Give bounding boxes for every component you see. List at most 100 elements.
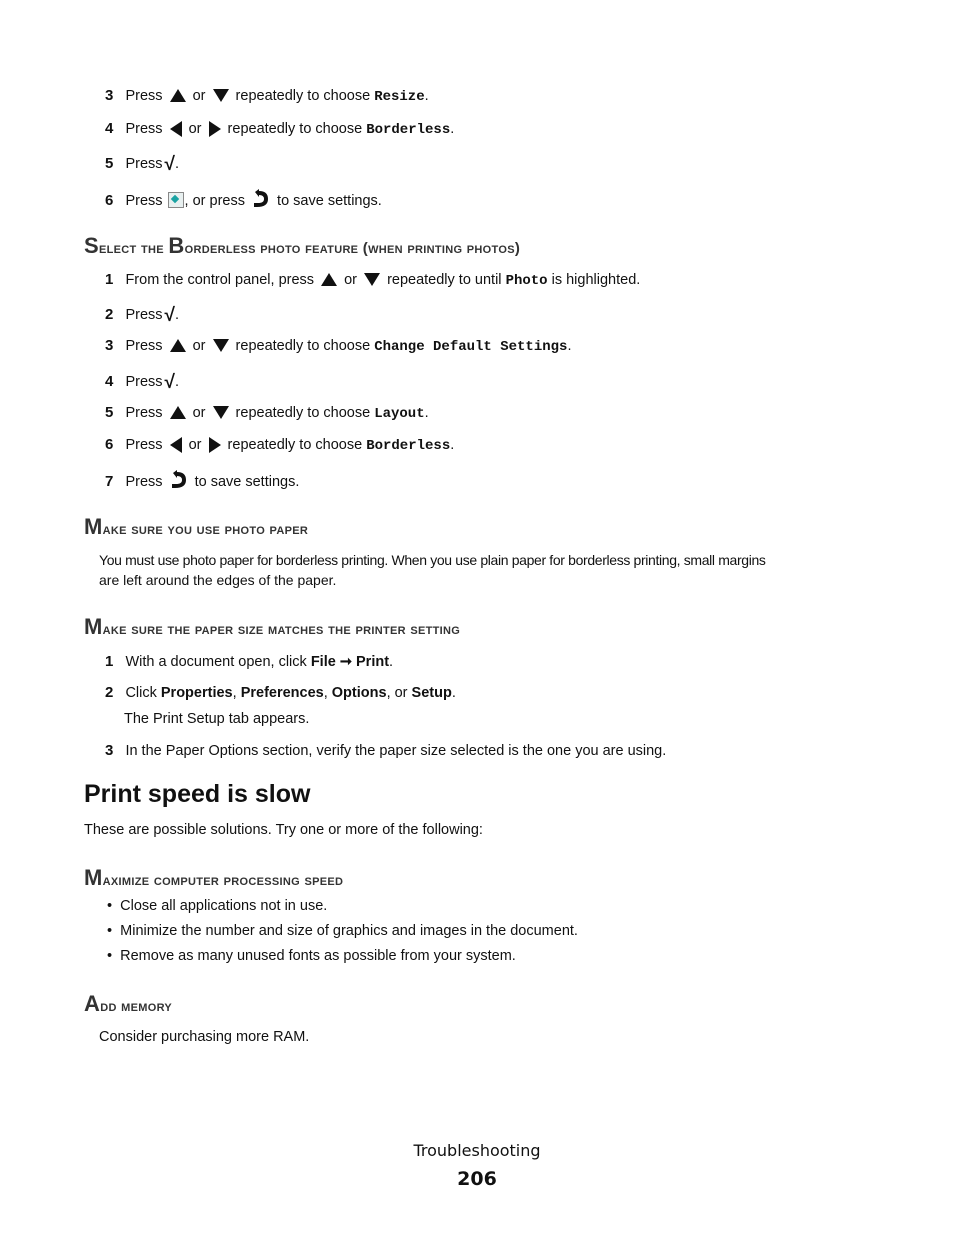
down-arrow-icon xyxy=(212,405,229,419)
bullet-text: Minimize the number and size of graphics… xyxy=(120,923,578,939)
menu-value: Resize xyxy=(374,89,425,105)
step-2-note: The Print Setup tab appears. xyxy=(124,711,310,727)
checkmark-icon: √ xyxy=(164,305,175,326)
heading-add-memory: Add memory xyxy=(84,991,172,1017)
step-text: Press xyxy=(125,374,163,390)
step-text: From the control panel, press xyxy=(125,272,315,288)
punctuation: . xyxy=(174,374,179,390)
step-text: repeatedly to choose xyxy=(235,88,371,104)
step-4-press-check: 4 Press √. xyxy=(105,372,179,394)
menu-value: Change Default Settings xyxy=(374,339,568,355)
step-number: 6 xyxy=(105,192,114,209)
heading-text: aximize computer processing speed xyxy=(102,872,344,889)
step-text: Press xyxy=(125,156,163,172)
punctuation: . xyxy=(451,685,456,701)
step-3-paper-options: 3 In the Paper Options section, verify t… xyxy=(105,742,666,759)
up-arrow-icon xyxy=(169,405,186,419)
heading-initial: M xyxy=(84,865,103,890)
bullet-item: • Remove as many unused fonts as possibl… xyxy=(107,948,516,964)
heading-initial: M xyxy=(84,614,103,639)
step-text: Press xyxy=(125,437,163,453)
step-text: Press xyxy=(125,307,163,323)
heading-initial: A xyxy=(84,991,101,1016)
back-arrow-icon xyxy=(171,470,186,488)
right-arrow-icon xyxy=(208,121,221,138)
down-arrow-icon xyxy=(212,338,229,352)
heading-text: dd memory xyxy=(100,998,173,1015)
heading-initial: B xyxy=(168,233,185,258)
step-5-layout: 5 Press or repeatedly to choose Layout. xyxy=(105,404,429,422)
step-text: repeatedly to until xyxy=(387,272,502,288)
step-text: repeatedly to choose xyxy=(235,338,371,354)
left-arrow-icon xyxy=(169,121,182,138)
heading-text: ake sure the paper size matches the prin… xyxy=(102,621,461,638)
intro-text: These are possible solutions. Try one or… xyxy=(84,822,483,838)
step-6-borderless: 6 Press or repeatedly to choose Borderle… xyxy=(105,436,454,454)
heading-initial: M xyxy=(84,514,103,539)
heading-text: ake sure you use photo paper xyxy=(102,521,309,538)
punctuation: . xyxy=(389,654,394,670)
option-setup: Setup xyxy=(411,685,452,701)
step-3-change-defaults: 3 Press or repeatedly to choose Change D… xyxy=(105,337,571,355)
punctuation: . xyxy=(450,437,455,453)
bullet-text: Close all applications not in use. xyxy=(120,898,328,914)
step-number: 4 xyxy=(105,120,114,137)
menu-print: Print xyxy=(356,654,390,670)
footer-section: Troubleshooting xyxy=(413,1141,541,1160)
step-number: 5 xyxy=(105,155,114,172)
step-text: repeatedly to choose xyxy=(235,405,371,421)
step-text: or xyxy=(192,338,206,354)
step-2-press-check: 2 Press √. xyxy=(105,305,179,327)
punctuation: . xyxy=(174,156,179,172)
step-text: With a document open, click xyxy=(125,654,307,670)
step-text: repeatedly to choose xyxy=(227,121,363,137)
down-arrow-icon xyxy=(212,88,229,102)
step-1-photo: 1 From the control panel, press or repea… xyxy=(105,271,640,289)
step-number: 7 xyxy=(105,473,114,490)
step-text: Click xyxy=(125,685,157,701)
up-arrow-icon xyxy=(169,338,186,352)
step-text: or xyxy=(188,437,202,453)
menu-file: File xyxy=(310,654,336,670)
step-text: is highlighted. xyxy=(551,272,641,288)
step-text: or xyxy=(188,121,202,137)
punctuation: . xyxy=(567,338,572,354)
step-number: 2 xyxy=(105,306,114,323)
down-arrow-icon xyxy=(364,272,381,286)
step-text: , or press xyxy=(184,193,245,209)
step-text: Press xyxy=(125,88,163,104)
page-title: Print speed is slow xyxy=(84,780,311,808)
heading-paper-size: Make sure the paper size matches the pri… xyxy=(84,614,460,640)
step-text: Press xyxy=(125,474,163,490)
step-text: to save settings. xyxy=(194,474,300,490)
step-text: , or xyxy=(386,685,408,701)
heading-select-borderless: Select the Borderless photo feature (whe… xyxy=(84,233,520,259)
step-text: Press xyxy=(125,405,163,421)
step-number: 3 xyxy=(105,742,114,759)
bullet-item: • Minimize the number and size of graphi… xyxy=(107,923,578,939)
heading-maximize-speed: Maximize computer processing speed xyxy=(84,865,343,891)
page-number: 206 xyxy=(457,1168,497,1190)
step-text: Press xyxy=(125,193,163,209)
right-arrow-icon xyxy=(208,437,221,454)
left-arrow-icon xyxy=(169,437,182,454)
step-4-borderless: 4 Press or repeatedly to choose Borderle… xyxy=(105,120,454,138)
step-text: In the Paper Options section, verify the… xyxy=(125,743,667,759)
punctuation: . xyxy=(424,405,429,421)
bullet-icon: • xyxy=(107,898,113,914)
heading-text: orderless photo feature (when printing p… xyxy=(184,240,521,257)
option-options: Options xyxy=(331,685,387,701)
step-6-save: 6 Press , or press to save settings. xyxy=(105,189,382,209)
arrow-right-icon: ➞ xyxy=(339,654,352,670)
checkmark-icon: √ xyxy=(164,154,175,175)
photo-paper-paragraph-line2: are left around the edges of the paper. xyxy=(99,572,337,588)
bullet-icon: • xyxy=(107,923,113,939)
punctuation: . xyxy=(174,307,179,323)
step-number: 4 xyxy=(105,373,114,390)
heading-initial: S xyxy=(84,233,99,258)
photo-paper-paragraph-line1: You must use photo paper for borderless … xyxy=(99,552,766,568)
step-text: or xyxy=(192,405,206,421)
option-properties: Properties xyxy=(160,685,233,701)
start-button-icon xyxy=(167,192,184,208)
step-text: or xyxy=(192,88,206,104)
